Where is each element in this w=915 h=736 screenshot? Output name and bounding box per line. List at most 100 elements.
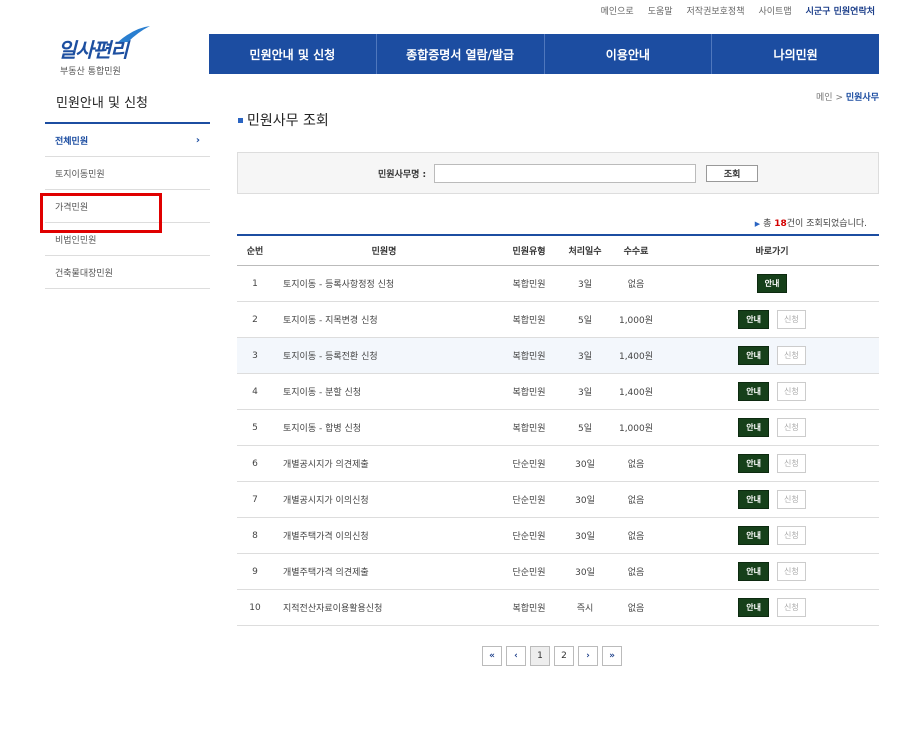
row-name: 개별주택가격 이의신청 (283, 532, 369, 542)
row-actions: 안내 신청 (665, 598, 879, 617)
search-label: 민원사무명 : (378, 169, 427, 180)
result-number: 18 (774, 219, 787, 229)
gnb-usage-guide[interactable]: 이용안내 (545, 34, 713, 74)
apply-button[interactable]: 신청 (777, 490, 806, 509)
guide-button[interactable]: 안내 (738, 562, 769, 581)
util-link-sitemap[interactable]: 사이트맵 (759, 4, 792, 17)
result-prefix: 총 (763, 219, 772, 229)
row-name: 토지이동 - 등록전환 신청 (283, 352, 378, 362)
apply-button[interactable]: 신청 (777, 598, 806, 617)
row-type: 복합민원 (512, 352, 546, 362)
table-row: 4 토지이동 - 분할 신청 복합민원 3일 1,400원 안내 신청 (237, 374, 879, 410)
row-type: 복합민원 (512, 604, 546, 614)
gnb-my-civil[interactable]: 나의민원 (712, 34, 879, 74)
row-type: 복합민원 (512, 316, 546, 326)
row-fee: 1,400원 (618, 352, 654, 362)
guide-button[interactable]: 안내 (738, 598, 769, 617)
apply-button[interactable]: 신청 (777, 346, 806, 365)
sidebar-item-label: 비법인민원 (55, 235, 97, 246)
site-logo[interactable]: 일사편리 부동산 통합민원 (56, 24, 166, 77)
header-days: 처리일수 (568, 247, 602, 257)
guide-button[interactable]: 안내 (738, 382, 769, 401)
row-actions: 안내 신청 (665, 418, 879, 437)
guide-button[interactable]: 안내 (738, 454, 769, 473)
utility-nav: 메인으로 도움말 저작권보호정책 사이트맵 시군구 민원연락처 (601, 4, 875, 17)
util-link-main[interactable]: 메인으로 (601, 4, 634, 17)
row-actions: 안내 (665, 274, 879, 293)
guide-button[interactable]: 안내 (738, 490, 769, 509)
prev-page-button[interactable]: ‹ (506, 646, 526, 666)
row-no: 9 (252, 566, 258, 577)
apply-button[interactable]: 신청 (777, 526, 806, 545)
apply-button[interactable]: 신청 (777, 562, 806, 581)
title-bullet-icon (238, 117, 243, 123)
guide-button[interactable]: 안내 (738, 418, 769, 437)
row-actions: 안내 신청 (665, 526, 879, 545)
row-fee: 1,400원 (618, 388, 654, 398)
header-no: 순번 (246, 247, 264, 257)
apply-button[interactable]: 신청 (777, 454, 806, 473)
row-days: 5일 (577, 424, 592, 434)
guide-button[interactable]: 안내 (738, 526, 769, 545)
breadcrumb-home[interactable]: 메인 (816, 93, 833, 103)
row-actions: 안내 신청 (665, 454, 879, 473)
sidebar-item-label: 토지이동민원 (55, 169, 105, 180)
row-no: 5 (252, 422, 258, 433)
guide-button[interactable]: 안내 (756, 274, 788, 293)
header-fee: 수수료 (623, 247, 649, 257)
search-panel: 민원사무명 : 조회 (237, 152, 879, 194)
result-count: ▶ 총 18건이 조회되었습니다. (755, 216, 867, 229)
guide-button[interactable]: 안내 (738, 346, 769, 365)
row-days: 3일 (577, 352, 592, 362)
util-link-contacts[interactable]: 시군구 민원연락처 (806, 4, 875, 17)
search-button[interactable]: 조회 (706, 164, 759, 182)
table-row: 6 개별공시지가 의견제출 단순민원 30일 없음 안내 신청 (237, 446, 879, 482)
next-page-button[interactable]: › (578, 646, 598, 666)
highlight-annotation (40, 193, 162, 233)
table-row: 8 개별주택가격 이의신청 단순민원 30일 없음 안내 신청 (237, 518, 879, 554)
row-actions: 안내 신청 (665, 490, 879, 509)
sidebar-item-label: 건축물대장민원 (55, 268, 113, 279)
page-2-button[interactable]: 2 (554, 646, 574, 666)
civil-affairs-table: 순번 민원명 민원유형 처리일수 수수료 바로가기 1 토지이동 - 등록사항정정… (237, 234, 879, 626)
row-no: 1 (252, 278, 258, 289)
util-link-help[interactable]: 도움말 (648, 4, 673, 17)
table-row: 1 토지이동 - 등록사항정정 신청 복합민원 3일 없음 안내 (237, 266, 879, 302)
table-row: 3 토지이동 - 등록전환 신청 복합민원 3일 1,400원 안내 신청 (237, 338, 879, 374)
row-name: 개별공시지가 의견제출 (283, 460, 369, 470)
row-name: 지적전산자료이용활용신청 (283, 604, 383, 614)
apply-button[interactable]: 신청 (777, 310, 806, 329)
apply-button[interactable]: 신청 (777, 382, 806, 401)
last-page-button[interactable]: » (602, 646, 622, 666)
sidebar-item-land-move[interactable]: 토지이동민원 (45, 157, 210, 190)
gnb-civil-guide[interactable]: 민원안내 및 신청 (209, 34, 377, 74)
row-no: 6 (252, 458, 258, 469)
row-type: 단순민원 (512, 496, 546, 506)
logo-swoosh-icon (118, 26, 150, 42)
apply-button[interactable]: 신청 (777, 418, 806, 437)
row-actions: 안내 신청 (665, 382, 879, 401)
row-type: 복합민원 (512, 388, 546, 398)
result-arrow-icon: ▶ (754, 220, 761, 228)
guide-button[interactable]: 안내 (738, 310, 769, 329)
chevron-right-icon: › (195, 134, 200, 146)
sidebar-item-all[interactable]: 전체민원 › (45, 124, 210, 157)
first-page-button[interactable]: « (482, 646, 502, 666)
row-type: 복합민원 (512, 280, 546, 290)
util-link-copyright[interactable]: 저작권보호정책 (687, 4, 745, 17)
table-header: 순번 민원명 민원유형 처리일수 수수료 바로가기 (237, 236, 879, 266)
row-days: 5일 (577, 316, 592, 326)
row-days: 30일 (575, 460, 595, 470)
sidebar-item-building-ledger[interactable]: 건축물대장민원 (45, 256, 210, 289)
row-type: 복합민원 (512, 424, 546, 434)
sidebar-item-label: 전체민원 (55, 136, 89, 147)
row-name: 토지이동 - 합병 신청 (283, 424, 362, 434)
breadcrumb: 메인 > 민원사무 (816, 90, 879, 103)
gnb-certificates[interactable]: 종합증명서 열람/발급 (377, 34, 545, 74)
row-days: 30일 (575, 532, 595, 542)
breadcrumb-separator: > (835, 93, 843, 103)
page-1-button[interactable]: 1 (530, 646, 550, 666)
row-days: 3일 (577, 388, 592, 398)
row-name: 토지이동 - 지목변경 신청 (283, 316, 378, 326)
search-input[interactable] (434, 163, 697, 183)
